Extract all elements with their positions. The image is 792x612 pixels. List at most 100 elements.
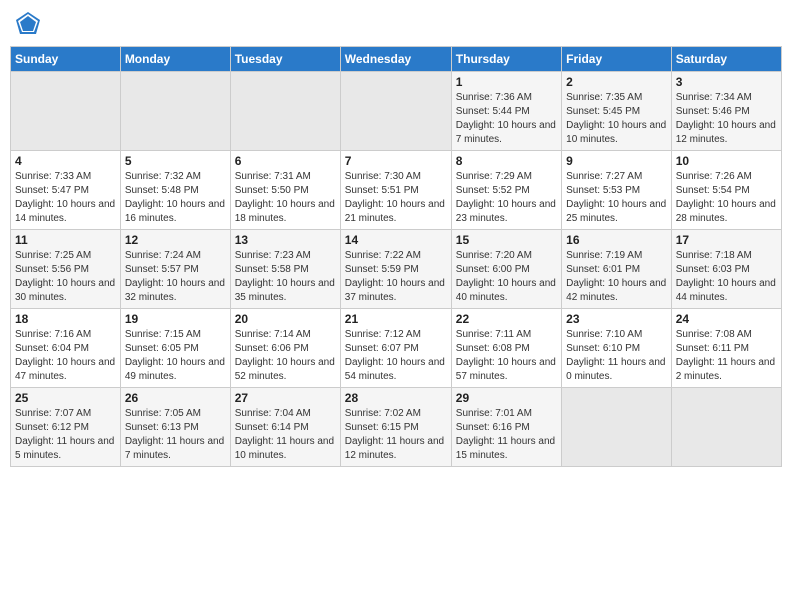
calendar-cell — [120, 72, 230, 151]
calendar-cell: 17Sunrise: 7:18 AMSunset: 6:03 PMDayligh… — [671, 230, 781, 309]
calendar-cell: 23 Sunrise: 7:10 AMSunset: 6:10 PMDayligh… — [562, 309, 672, 388]
weekday-header: Wednesday — [340, 47, 451, 72]
calendar-cell: 3 Sunrise: 7:34 AMSunset: 5:46 PMDaylight… — [671, 72, 781, 151]
day-number: 24 — [676, 312, 777, 326]
calendar-cell — [230, 72, 340, 151]
calendar-cell: 18 Sunrise: 7:16 AMSunset: 6:04 PMDayligh… — [11, 309, 121, 388]
day-info: Sunrise: 7:07 AMSunset: 6:12 PMDaylight:… — [15, 407, 116, 463]
calendar-week-row: 1Sunrise: 7:36 AMSunset: 5:44 PMDaylight… — [11, 72, 782, 151]
day-info: Sunrise: 7:25 AMSunset: 5:56 PMDaylight:… — [15, 249, 116, 305]
day-number: 22 — [456, 312, 557, 326]
day-info: Sunrise: 7:11 AMSunset: 6:08 PMDaylight:… — [456, 328, 557, 384]
day-number: 13 — [235, 233, 336, 247]
calendar-cell: 8 Sunrise: 7:29 AMSunset: 5:52 PMDaylight… — [451, 151, 561, 230]
day-number: 14 — [345, 233, 447, 247]
calendar-cell: 24 Sunrise: 7:08 AMSunset: 6:11 PMDayligh… — [671, 309, 781, 388]
calendar-cell: 25 Sunrise: 7:07 AMSunset: 6:12 PMDayligh… — [11, 388, 121, 467]
weekday-header: Friday — [562, 47, 672, 72]
calendar-cell: 26 Sunrise: 7:05 AMSunset: 6:13 PMDayligh… — [120, 388, 230, 467]
calendar-cell: 4 Sunrise: 7:33 AMSunset: 5:47 PMDaylight… — [11, 151, 121, 230]
day-info: Sunrise: 7:22 AMSunset: 5:59 PMDaylight:… — [345, 249, 447, 305]
day-info: Sunrise: 7:08 AMSunset: 6:11 PMDaylight:… — [676, 328, 777, 384]
logo — [14, 10, 46, 38]
calendar-week-row: 25 Sunrise: 7:07 AMSunset: 6:12 PMDayligh… — [11, 388, 782, 467]
calendar-cell: 2 Sunrise: 7:35 AMSunset: 5:45 PMDaylight… — [562, 72, 672, 151]
day-number: 18 — [15, 312, 116, 326]
calendar-week-row: 11 Sunrise: 7:25 AMSunset: 5:56 PMDayligh… — [11, 230, 782, 309]
day-number: 11 — [15, 233, 116, 247]
calendar-cell: 11 Sunrise: 7:25 AMSunset: 5:56 PMDayligh… — [11, 230, 121, 309]
day-number: 27 — [235, 391, 336, 405]
weekday-header: Saturday — [671, 47, 781, 72]
weekday-header: Sunday — [11, 47, 121, 72]
calendar-cell: 20Sunrise: 7:14 AMSunset: 6:06 PMDayligh… — [230, 309, 340, 388]
page-header — [10, 10, 782, 38]
day-number: 1 — [456, 75, 557, 89]
day-info: Sunrise: 7:26 AMSunset: 5:54 PMDaylight:… — [676, 170, 777, 226]
day-number: 8 — [456, 154, 557, 168]
weekday-header: Tuesday — [230, 47, 340, 72]
calendar-cell: 6 Sunrise: 7:31 AMSunset: 5:50 PMDaylight… — [230, 151, 340, 230]
day-number: 5 — [125, 154, 226, 168]
day-info: Sunrise: 7:34 AMSunset: 5:46 PMDaylight:… — [676, 91, 777, 147]
calendar-cell: 28 Sunrise: 7:02 AMSunset: 6:15 PMDayligh… — [340, 388, 451, 467]
day-number: 12 — [125, 233, 226, 247]
calendar-cell: 27 Sunrise: 7:04 AMSunset: 6:14 PMDayligh… — [230, 388, 340, 467]
day-number: 6 — [235, 154, 336, 168]
calendar-week-row: 18 Sunrise: 7:16 AMSunset: 6:04 PMDayligh… — [11, 309, 782, 388]
day-info: Sunrise: 7:33 AMSunset: 5:47 PMDaylight:… — [15, 170, 116, 226]
day-number: 3 — [676, 75, 777, 89]
calendar-cell: 13 Sunrise: 7:23 AMSunset: 5:58 PMDayligh… — [230, 230, 340, 309]
day-info: Sunrise: 7:32 AMSunset: 5:48 PMDaylight:… — [125, 170, 226, 226]
calendar-cell: 19 Sunrise: 7:15 AMSunset: 6:05 PMDayligh… — [120, 309, 230, 388]
weekday-header: Monday — [120, 47, 230, 72]
calendar-cell — [11, 72, 121, 151]
calendar-cell: 7Sunrise: 7:30 AMSunset: 5:51 PMDaylight… — [340, 151, 451, 230]
weekday-header: Thursday — [451, 47, 561, 72]
day-number: 4 — [15, 154, 116, 168]
day-info: Sunrise: 7:14 AMSunset: 6:06 PMDaylight:… — [235, 328, 336, 384]
day-number: 23 — [566, 312, 667, 326]
calendar-cell — [562, 388, 672, 467]
day-info: Sunrise: 7:35 AMSunset: 5:45 PMDaylight:… — [566, 91, 667, 147]
calendar-cell: 10Sunrise: 7:26 AMSunset: 5:54 PMDayligh… — [671, 151, 781, 230]
day-number: 25 — [15, 391, 116, 405]
day-info: Sunrise: 7:30 AMSunset: 5:51 PMDaylight:… — [345, 170, 447, 226]
calendar-cell — [340, 72, 451, 151]
day-info: Sunrise: 7:23 AMSunset: 5:58 PMDaylight:… — [235, 249, 336, 305]
day-info: Sunrise: 7:20 AMSunset: 6:00 PMDaylight:… — [456, 249, 557, 305]
day-number: 2 — [566, 75, 667, 89]
day-info: Sunrise: 7:31 AMSunset: 5:50 PMDaylight:… — [235, 170, 336, 226]
day-number: 29 — [456, 391, 557, 405]
day-info: Sunrise: 7:24 AMSunset: 5:57 PMDaylight:… — [125, 249, 226, 305]
calendar-cell: 9 Sunrise: 7:27 AMSunset: 5:53 PMDaylight… — [562, 151, 672, 230]
calendar-cell: 21Sunrise: 7:12 AMSunset: 6:07 PMDayligh… — [340, 309, 451, 388]
calendar-cell: 29 Sunrise: 7:01 AMSunset: 6:16 PMDayligh… — [451, 388, 561, 467]
day-info: Sunrise: 7:01 AMSunset: 6:16 PMDaylight:… — [456, 407, 557, 463]
calendar-cell — [671, 388, 781, 467]
calendar-cell: 22 Sunrise: 7:11 AMSunset: 6:08 PMDayligh… — [451, 309, 561, 388]
calendar-header-row: SundayMondayTuesdayWednesdayThursdayFrid… — [11, 47, 782, 72]
day-info: Sunrise: 7:29 AMSunset: 5:52 PMDaylight:… — [456, 170, 557, 226]
calendar-cell: 14 Sunrise: 7:22 AMSunset: 5:59 PMDayligh… — [340, 230, 451, 309]
day-info: Sunrise: 7:18 AMSunset: 6:03 PMDaylight:… — [676, 249, 777, 305]
day-number: 26 — [125, 391, 226, 405]
day-number: 9 — [566, 154, 667, 168]
calendar-table: SundayMondayTuesdayWednesdayThursdayFrid… — [10, 46, 782, 467]
day-info: Sunrise: 7:15 AMSunset: 6:05 PMDaylight:… — [125, 328, 226, 384]
calendar-cell: 5 Sunrise: 7:32 AMSunset: 5:48 PMDaylight… — [120, 151, 230, 230]
day-number: 21 — [345, 312, 447, 326]
calendar-week-row: 4 Sunrise: 7:33 AMSunset: 5:47 PMDaylight… — [11, 151, 782, 230]
calendar-cell: 12 Sunrise: 7:24 AMSunset: 5:57 PMDayligh… — [120, 230, 230, 309]
day-info: Sunrise: 7:16 AMSunset: 6:04 PMDaylight:… — [15, 328, 116, 384]
day-number: 15 — [456, 233, 557, 247]
day-number: 28 — [345, 391, 447, 405]
day-info: Sunrise: 7:04 AMSunset: 6:14 PMDaylight:… — [235, 407, 336, 463]
calendar-cell: 1Sunrise: 7:36 AMSunset: 5:44 PMDaylight… — [451, 72, 561, 151]
day-info: Sunrise: 7:10 AMSunset: 6:10 PMDaylight:… — [566, 328, 667, 384]
logo-icon — [14, 10, 42, 38]
day-info: Sunrise: 7:02 AMSunset: 6:15 PMDaylight:… — [345, 407, 447, 463]
day-number: 19 — [125, 312, 226, 326]
day-info: Sunrise: 7:05 AMSunset: 6:13 PMDaylight:… — [125, 407, 226, 463]
day-info: Sunrise: 7:27 AMSunset: 5:53 PMDaylight:… — [566, 170, 667, 226]
